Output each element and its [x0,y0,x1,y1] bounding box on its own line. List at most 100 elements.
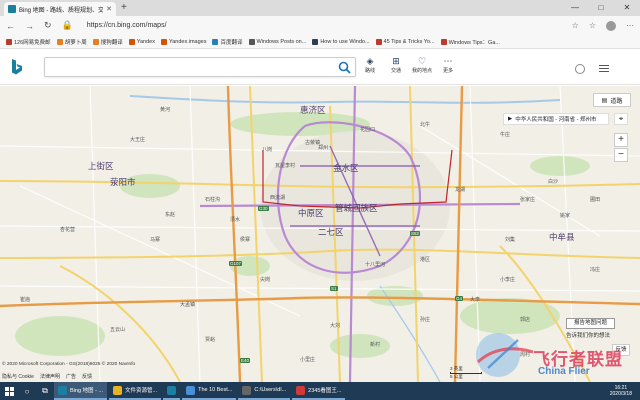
district-label: 中原区 [298,208,324,218]
favorite-label: 搜狗翻译 [100,39,123,46]
favorite-site-icon [56,38,63,45]
windows-logo-icon [4,386,14,396]
taskbar-app[interactable]: Bing 地图 - ... [54,382,108,400]
place-label: 崔庙 [20,297,31,303]
taskbar-app[interactable]: The 10 Best... [182,382,237,400]
zoom-out-button[interactable]: − [614,148,628,162]
road-shield: G107 [229,261,243,266]
taskbar-apps: Bing 地图 - ... 文件资源管... The 10 Best... C:\Us… [54,382,347,400]
place-label: 黄河 [160,107,171,113]
taskbar-app-label: The 10 Best... [198,387,233,393]
maximize-button[interactable]: □ [588,0,614,16]
favorite-site-icon [160,38,167,45]
favorite-site-icon [375,38,382,45]
district-label: 惠济区 [300,105,326,115]
favorite-link[interactable]: Windows Posts on... [248,38,307,45]
favorite-link[interactable]: 百度翻译 [212,38,243,46]
favorite-link[interactable]: Windows Tips：Ga... [440,38,500,46]
favorite-link[interactable]: 126网易免费邮 [6,38,51,46]
close-window-button[interactable]: ✕ [614,0,640,16]
minimize-button[interactable]: — [562,0,588,16]
breadcrumb-text: 中华人民共和国 - 河南省 - 郑州市 [515,117,597,123]
favorite-link[interactable]: 搜狗翻译 [92,38,123,46]
place-label: 大王庄 [130,137,146,143]
browser-tab[interactable]: Bing 地图 - 路线、质程规划、交 ✕ [4,2,116,16]
refresh-button[interactable]: ↻ [44,20,52,31]
nav-item-my-places[interactable]: ♡ 我的地点 [412,56,433,74]
place-label: 小李庄 [500,277,516,283]
favorite-link[interactable]: Yandex [128,38,155,45]
nav-item-label: 我的地点 [412,68,433,74]
taskbar-app[interactable]: 文件资源管... [109,382,162,400]
locate-me-button[interactable]: ⌖ [614,113,628,125]
favorite-link[interactable]: 胡萝卜周 [56,38,87,46]
task-view-icon[interactable]: ⧉ [36,386,54,396]
favorite-link[interactable]: How to use Windo... [312,38,370,45]
favorite-site-icon [128,38,135,45]
back-button[interactable]: ← [6,21,15,31]
place-label: 石柱沟 [205,197,221,203]
favorites-list-icon[interactable]: ☆ [589,21,596,30]
system-clock[interactable]: 16:21 2020/3/18 [610,385,632,397]
place-label: 冯庄 [590,267,601,273]
search-icon[interactable] [338,61,351,74]
place-label: 郑州 [318,145,329,151]
taskbar-app[interactable]: 2345看图王... [292,382,346,400]
favorite-site-icon [92,38,99,45]
taskbar-app-label: 文件资源管... [125,388,158,394]
taskbar-app[interactable] [163,382,181,400]
privacy-link[interactable]: 隐私与 Cookie [2,373,34,380]
user-icon[interactable] [575,64,585,74]
nav-item-more[interactable]: ⋯ 更多 [440,56,456,74]
forward-button[interactable]: → [25,21,34,31]
zoom-in-button[interactable]: + [614,133,628,147]
feedback-legal-link[interactable]: 反馈 [82,373,92,380]
nav-item-directions[interactable]: ◈ 路线 [362,56,378,74]
legal-link[interactable]: 法律声明 [40,373,60,380]
breadcrumb-arrow-icon: ▶ [508,116,513,122]
url-field[interactable]: https://cn.bing.com/maps/ [87,22,562,29]
bing-favicon-icon [8,5,16,13]
place-label: 白沙 [548,179,559,185]
app-icon [242,385,252,395]
favorite-site-icon [440,38,447,45]
place-label: 郭店 [520,317,531,323]
place-label: 大刘 [330,323,341,329]
close-tab-icon[interactable]: ✕ [106,5,112,13]
new-tab-button[interactable]: + [121,2,127,13]
nav-item-label: 路线 [364,68,375,74]
window-controls: — □ ✕ [562,0,640,16]
tab-bar: Bing 地图 - 路线、质程规划、交 ✕ + — □ ✕ [0,0,640,16]
place-label: 姚家 [560,213,571,219]
favorite-label: How to use Windo... [320,38,370,45]
ads-link[interactable]: 广告 [66,373,76,380]
favorite-star-icon[interactable]: ☆ [572,21,579,30]
nav-item-traffic[interactable]: ⊞ 交通 [388,56,404,74]
start-button[interactable] [0,386,18,396]
place-label: 贾峪 [205,337,216,343]
search-input[interactable] [44,57,356,77]
profile-avatar[interactable] [606,20,616,31]
tab-title: Bing 地图 - 路线、质程规划、交 [19,7,104,14]
road-style-button[interactable]: ▤ 道路 [593,93,631,107]
hamburger-menu-icon[interactable] [599,63,609,73]
favorite-link[interactable]: Yandex.images [160,38,206,45]
favorite-site-icon [6,38,12,45]
place-label: 刘集 [505,237,516,243]
taskbar-app[interactable]: C:\Users\dl... [238,382,291,400]
directions-icon: ◈ [366,56,374,66]
favorite-label: Windows Posts on... [256,38,307,45]
nav-item-label: 更多 [442,68,453,74]
place-label: 龙湖 [455,187,466,193]
place-label: 马寨 [150,237,161,243]
search-taskbar-icon[interactable]: ○ [18,387,36,396]
settings-more-icon[interactable]: ⋯ [626,21,634,30]
location-breadcrumb[interactable]: ▶ 中华人民共和国 - 河南省 - 郑州市 [503,113,609,125]
bing-logo-icon[interactable] [10,58,24,76]
favorite-label: Windows Tips：Ga... [448,39,500,46]
favorite-site-icon [312,38,319,45]
place-label: 圃田 [590,197,601,203]
favorite-link[interactable]: 45 Tips & Tricks Yo... [375,38,435,45]
road-shield: S82 [410,231,421,236]
favorite-label: 126网易免费邮 [14,39,51,46]
